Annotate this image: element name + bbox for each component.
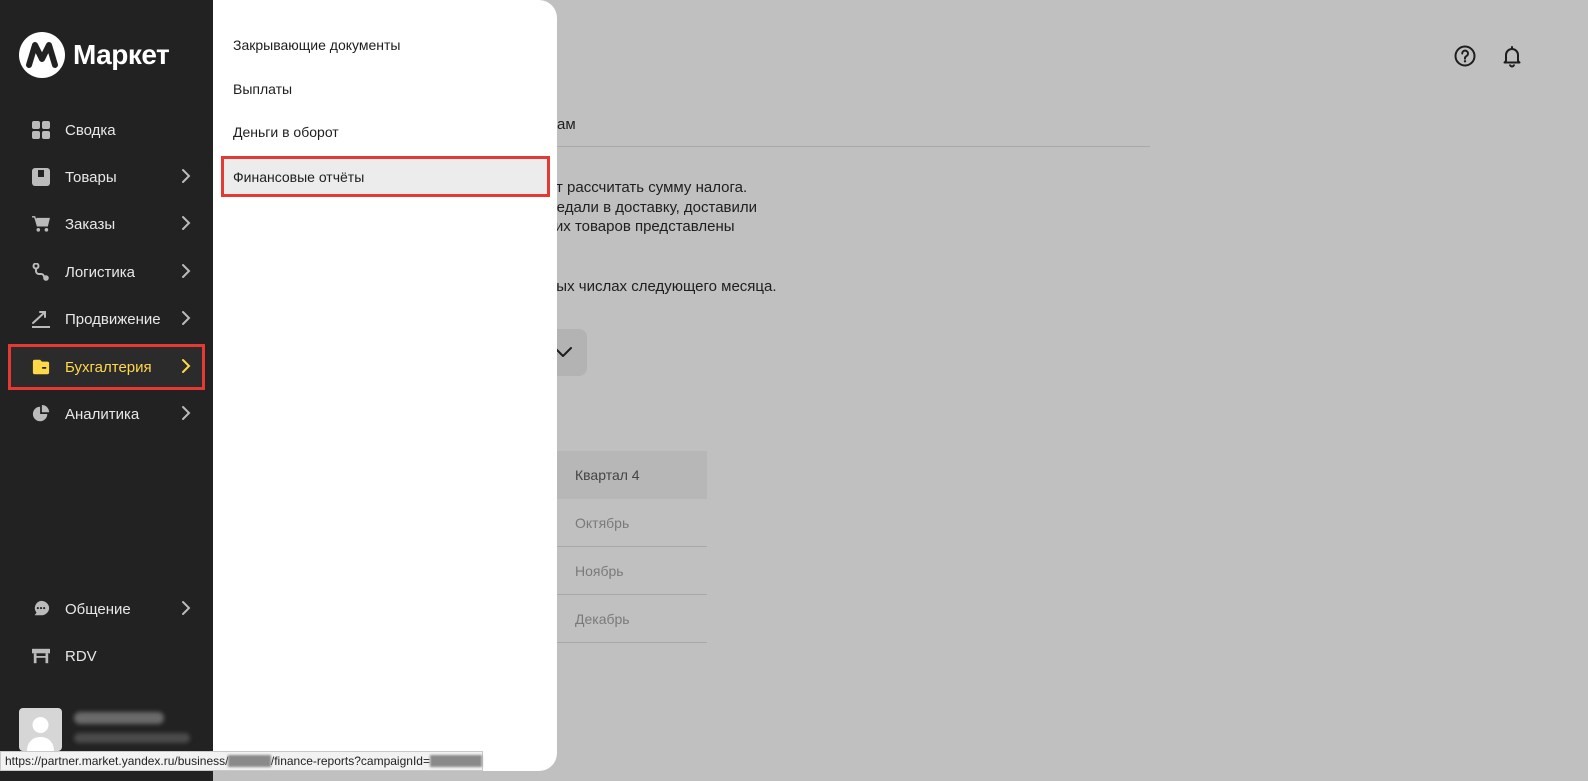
sidebar-item-label: Сводка	[65, 121, 116, 139]
chevron-right-icon	[182, 216, 191, 230]
sidebar-item-promotion[interactable]: Продвижение	[8, 296, 205, 342]
sidebar-item-analytics[interactable]: Аналитика	[8, 391, 205, 437]
sidebar: Маркет Сводка Товары Заказы Логистика Пр…	[0, 0, 213, 781]
submenu-financial-reports[interactable]: Финансовые отчёты	[221, 156, 550, 197]
chevron-right-icon	[182, 359, 191, 373]
sidebar-item-messages[interactable]: Общение	[8, 586, 205, 632]
chevron-right-icon	[182, 601, 191, 615]
submenu-payouts[interactable]: Выплаты	[233, 71, 543, 107]
store-icon	[32, 647, 50, 665]
chat-icon	[32, 600, 50, 618]
bell-icon[interactable]	[1500, 44, 1524, 68]
tabs-divider	[540, 146, 1150, 147]
description-line-3: аких товаров представлены	[540, 218, 735, 235]
help-icon[interactable]	[1453, 44, 1477, 68]
period-row-october[interactable]: Октябрь	[557, 499, 707, 547]
user-silhouette-icon	[27, 717, 54, 751]
redacted-business-id	[228, 755, 271, 767]
sidebar-item-orders[interactable]: Заказы	[8, 201, 205, 247]
user-name-redacted	[74, 712, 164, 724]
chevron-right-icon	[182, 264, 191, 278]
schedule-note: овых числах следующего месяца.	[540, 278, 777, 295]
description-line-2: ередали в доставку, доставили	[540, 199, 758, 216]
period-row-december[interactable]: Декабрь	[557, 595, 707, 643]
sidebar-item-label: Общение	[65, 600, 131, 618]
trend-icon	[32, 310, 50, 328]
chevron-right-icon	[182, 406, 191, 420]
submenu-closing-documents[interactable]: Закрывающие документы	[233, 27, 543, 63]
sidebar-item-label: Бухгалтерия	[65, 358, 152, 376]
sidebar-item-label: Товары	[65, 168, 117, 186]
chevron-right-icon	[182, 169, 191, 183]
chevron-right-icon	[182, 311, 191, 325]
sidebar-item-accounting[interactable]: Бухгалтерия	[8, 344, 205, 390]
market-logo[interactable]: Маркет	[19, 32, 170, 78]
cart-icon	[32, 215, 50, 233]
sidebar-item-label: RDV	[65, 647, 97, 665]
sidebar-item-label: Продвижение	[65, 310, 161, 328]
sidebar-item-label: Аналитика	[65, 405, 140, 423]
submenu-working-capital[interactable]: Деньги в оборот	[233, 114, 543, 150]
box-icon	[32, 168, 50, 186]
logo-text: Маркет	[73, 39, 170, 70]
sidebar-item-logistics[interactable]: Логистика	[8, 249, 205, 295]
sidebar-item-goods[interactable]: Товары	[8, 154, 205, 200]
description-line-1: яет рассчитать сумму налога.	[540, 179, 748, 196]
browser-status-bar: https://partner.market.yandex.ru/busines…	[0, 751, 483, 771]
sidebar-item-summary[interactable]: Сводка	[8, 107, 205, 153]
user-email-redacted	[74, 733, 190, 743]
period-row-november[interactable]: Ноябрь	[557, 547, 707, 595]
wallet-icon	[32, 358, 50, 376]
status-url-part-2: /finance-reports?campaignId=	[270, 754, 430, 768]
status-url-part-1: https://partner.market.yandex.ru/busines…	[5, 754, 229, 768]
tab-label-fragment[interactable]: ам	[557, 116, 576, 133]
route-icon	[32, 263, 50, 281]
avatar[interactable]	[19, 708, 62, 751]
sidebar-item-label: Заказы	[65, 215, 116, 233]
redacted-campaign-id	[429, 755, 482, 767]
sidebar-item-store[interactable]: RDV	[8, 633, 205, 679]
dashboard-icon	[32, 121, 50, 139]
market-logo-icon	[19, 32, 65, 78]
period-table-header: Квартал 4	[557, 451, 707, 499]
pie-chart-icon	[32, 405, 50, 423]
accounting-submenu: Закрывающие документы Выплаты Деньги в о…	[213, 0, 557, 771]
sidebar-item-label: Логистика	[65, 263, 136, 281]
